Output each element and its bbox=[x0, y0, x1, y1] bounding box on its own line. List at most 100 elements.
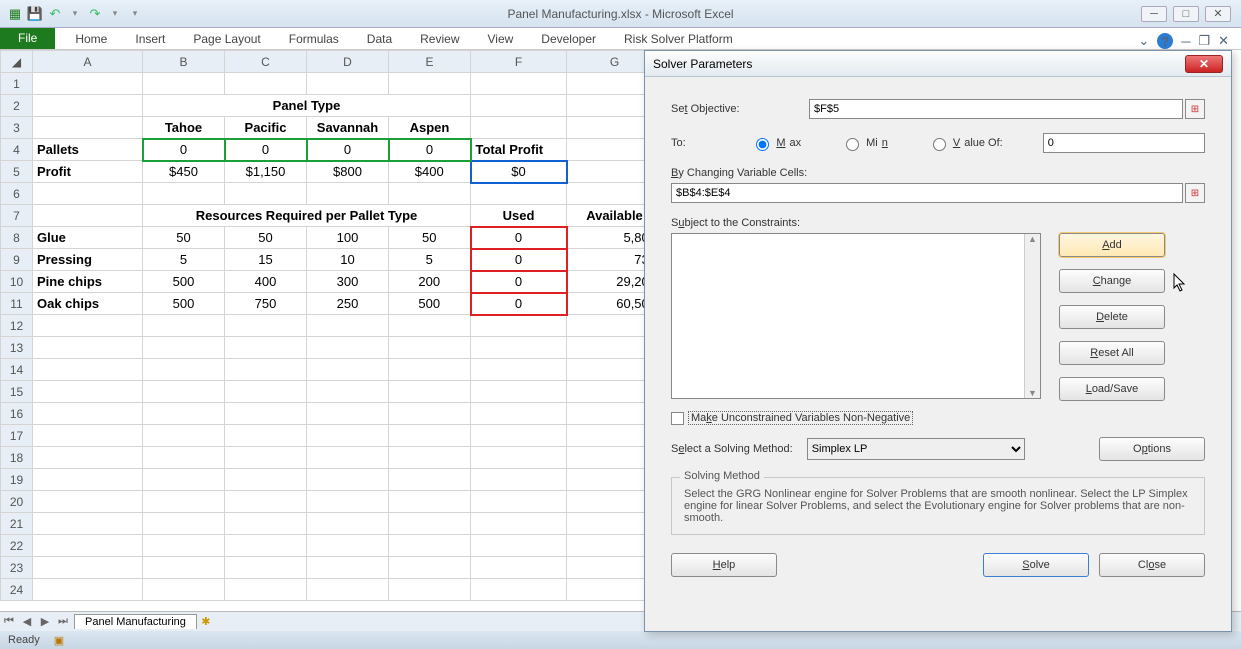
col-header-D[interactable]: D bbox=[307, 51, 389, 73]
max-radio[interactable]: Max bbox=[751, 135, 801, 151]
minimize-button[interactable]: ─ bbox=[1141, 6, 1167, 22]
cell-objective[interactable]: $0 bbox=[471, 161, 567, 183]
cell[interactable]: Used bbox=[471, 205, 567, 227]
tab-home[interactable]: Home bbox=[61, 29, 121, 49]
cell-panel-type[interactable]: Panel Type bbox=[143, 95, 471, 117]
ribbon-minimize-icon[interactable]: ⌄ bbox=[1138, 33, 1149, 49]
tab-risk-solver[interactable]: Risk Solver Platform bbox=[610, 29, 747, 49]
new-sheet-icon[interactable]: ✱ bbox=[197, 615, 215, 628]
cell[interactable]: 300 bbox=[307, 271, 389, 293]
cell[interactable]: Oak chips bbox=[33, 293, 143, 315]
row-header[interactable]: 10 bbox=[1, 271, 33, 293]
tab-view[interactable]: View bbox=[474, 29, 528, 49]
dialog-titlebar[interactable]: Solver Parameters ✕ bbox=[645, 51, 1231, 77]
tab-data[interactable]: Data bbox=[353, 29, 406, 49]
macro-record-icon[interactable]: ▣ bbox=[54, 634, 64, 647]
tab-page-layout[interactable]: Page Layout bbox=[179, 29, 274, 49]
change-button[interactable]: Change bbox=[1059, 269, 1165, 293]
value-of-input[interactable] bbox=[1043, 133, 1205, 153]
sheet-nav-first-icon[interactable]: ⏮ bbox=[0, 615, 18, 628]
min-radio[interactable]: Min bbox=[841, 135, 888, 151]
col-header-A[interactable]: A bbox=[33, 51, 143, 73]
delete-button[interactable]: Delete bbox=[1059, 305, 1165, 329]
cell[interactable]: 50 bbox=[225, 227, 307, 249]
col-header-F[interactable]: F bbox=[471, 51, 567, 73]
valueof-radio[interactable]: Value Of: bbox=[928, 135, 1003, 151]
cell[interactable]: Total Profit bbox=[471, 139, 567, 161]
row-header[interactable]: 1 bbox=[1, 73, 33, 95]
cell[interactable]: 5 bbox=[389, 249, 471, 271]
cell[interactable]: Pacific bbox=[225, 117, 307, 139]
row-header[interactable]: 3 bbox=[1, 117, 33, 139]
cell-constraint[interactable]: 0 bbox=[471, 293, 567, 315]
row-header[interactable]: 14 bbox=[1, 359, 33, 381]
redo-dropdown-icon[interactable]: ▾ bbox=[106, 5, 124, 23]
cell[interactable]: 200 bbox=[389, 271, 471, 293]
undo-dropdown-icon[interactable]: ▾ bbox=[66, 5, 84, 23]
cell[interactable]: 10 bbox=[307, 249, 389, 271]
window-close-icon[interactable]: ✕ bbox=[1218, 33, 1229, 49]
row-header[interactable]: 16 bbox=[1, 403, 33, 425]
cell[interactable]: $450 bbox=[143, 161, 225, 183]
close-window-button[interactable]: ✕ bbox=[1205, 6, 1231, 22]
sheet-tab[interactable]: Panel Manufacturing bbox=[74, 614, 197, 629]
cell-decision-var[interactable]: 0 bbox=[307, 139, 389, 161]
row-header[interactable]: 15 bbox=[1, 381, 33, 403]
cell-constraint[interactable]: 0 bbox=[471, 271, 567, 293]
save-icon[interactable]: 💾 bbox=[26, 5, 44, 23]
row-header[interactable]: 19 bbox=[1, 469, 33, 491]
window-min-icon[interactable]: ─ bbox=[1181, 34, 1190, 49]
objective-input[interactable] bbox=[809, 99, 1183, 119]
help-button[interactable]: Help bbox=[671, 553, 777, 577]
cell[interactable]: 400 bbox=[225, 271, 307, 293]
range-picker-icon[interactable]: ⊞ bbox=[1185, 183, 1205, 203]
cell[interactable]: 5 bbox=[143, 249, 225, 271]
cell[interactable]: 250 bbox=[307, 293, 389, 315]
tab-insert[interactable]: Insert bbox=[121, 29, 179, 49]
cell[interactable]: 15 bbox=[225, 249, 307, 271]
cell-decision-var[interactable]: 0 bbox=[143, 139, 225, 161]
load-save-button[interactable]: Load/Save bbox=[1059, 377, 1165, 401]
row-header[interactable]: 12 bbox=[1, 315, 33, 337]
cell[interactable]: Pallets bbox=[33, 139, 143, 161]
nonnegative-checkbox[interactable] bbox=[671, 412, 684, 425]
tab-developer[interactable]: Developer bbox=[527, 29, 610, 49]
undo-icon[interactable]: ↶ bbox=[46, 5, 64, 23]
row-header[interactable]: 24 bbox=[1, 579, 33, 601]
sheet-nav-prev-icon[interactable]: ◀ bbox=[18, 615, 36, 628]
cell[interactable]: Profit bbox=[33, 161, 143, 183]
changing-cells-input[interactable] bbox=[671, 183, 1183, 203]
options-button[interactable]: Options bbox=[1099, 437, 1205, 461]
cell[interactable]: Pine chips bbox=[33, 271, 143, 293]
cell[interactable]: Tahoe bbox=[143, 117, 225, 139]
row-header[interactable]: 9 bbox=[1, 249, 33, 271]
row-header[interactable]: 5 bbox=[1, 161, 33, 183]
row-header[interactable]: 11 bbox=[1, 293, 33, 315]
spreadsheet-grid[interactable]: ◢ A B C D E F G 1 2Panel Type 3 Tahoe Pa… bbox=[0, 50, 663, 601]
cell[interactable]: Resources Required per Pallet Type bbox=[143, 205, 471, 227]
file-tab[interactable]: File bbox=[0, 27, 55, 49]
cell[interactable]: 500 bbox=[389, 293, 471, 315]
cell[interactable]: 750 bbox=[225, 293, 307, 315]
cell[interactable]: 500 bbox=[143, 271, 225, 293]
cell[interactable]: 50 bbox=[389, 227, 471, 249]
cell[interactable]: Savannah bbox=[307, 117, 389, 139]
row-header[interactable]: 13 bbox=[1, 337, 33, 359]
maximize-button[interactable]: □ bbox=[1173, 6, 1199, 22]
tab-review[interactable]: Review bbox=[406, 29, 473, 49]
cell[interactable]: 50 bbox=[143, 227, 225, 249]
window-restore-icon[interactable]: ❐ bbox=[1198, 33, 1210, 49]
row-header[interactable]: 23 bbox=[1, 557, 33, 579]
solve-button[interactable]: Solve bbox=[983, 553, 1089, 577]
cell[interactable]: Pressing bbox=[33, 249, 143, 271]
add-button[interactable]: Add bbox=[1059, 233, 1165, 257]
row-header[interactable]: 8 bbox=[1, 227, 33, 249]
dialog-close-button[interactable]: ✕ bbox=[1185, 55, 1223, 73]
row-header[interactable]: 20 bbox=[1, 491, 33, 513]
cell-decision-var[interactable]: 0 bbox=[225, 139, 307, 161]
cell[interactable]: $400 bbox=[389, 161, 471, 183]
select-all-cell[interactable]: ◢ bbox=[1, 51, 33, 73]
row-header[interactable]: 2 bbox=[1, 95, 33, 117]
cell[interactable]: 100 bbox=[307, 227, 389, 249]
cell[interactable]: $800 bbox=[307, 161, 389, 183]
